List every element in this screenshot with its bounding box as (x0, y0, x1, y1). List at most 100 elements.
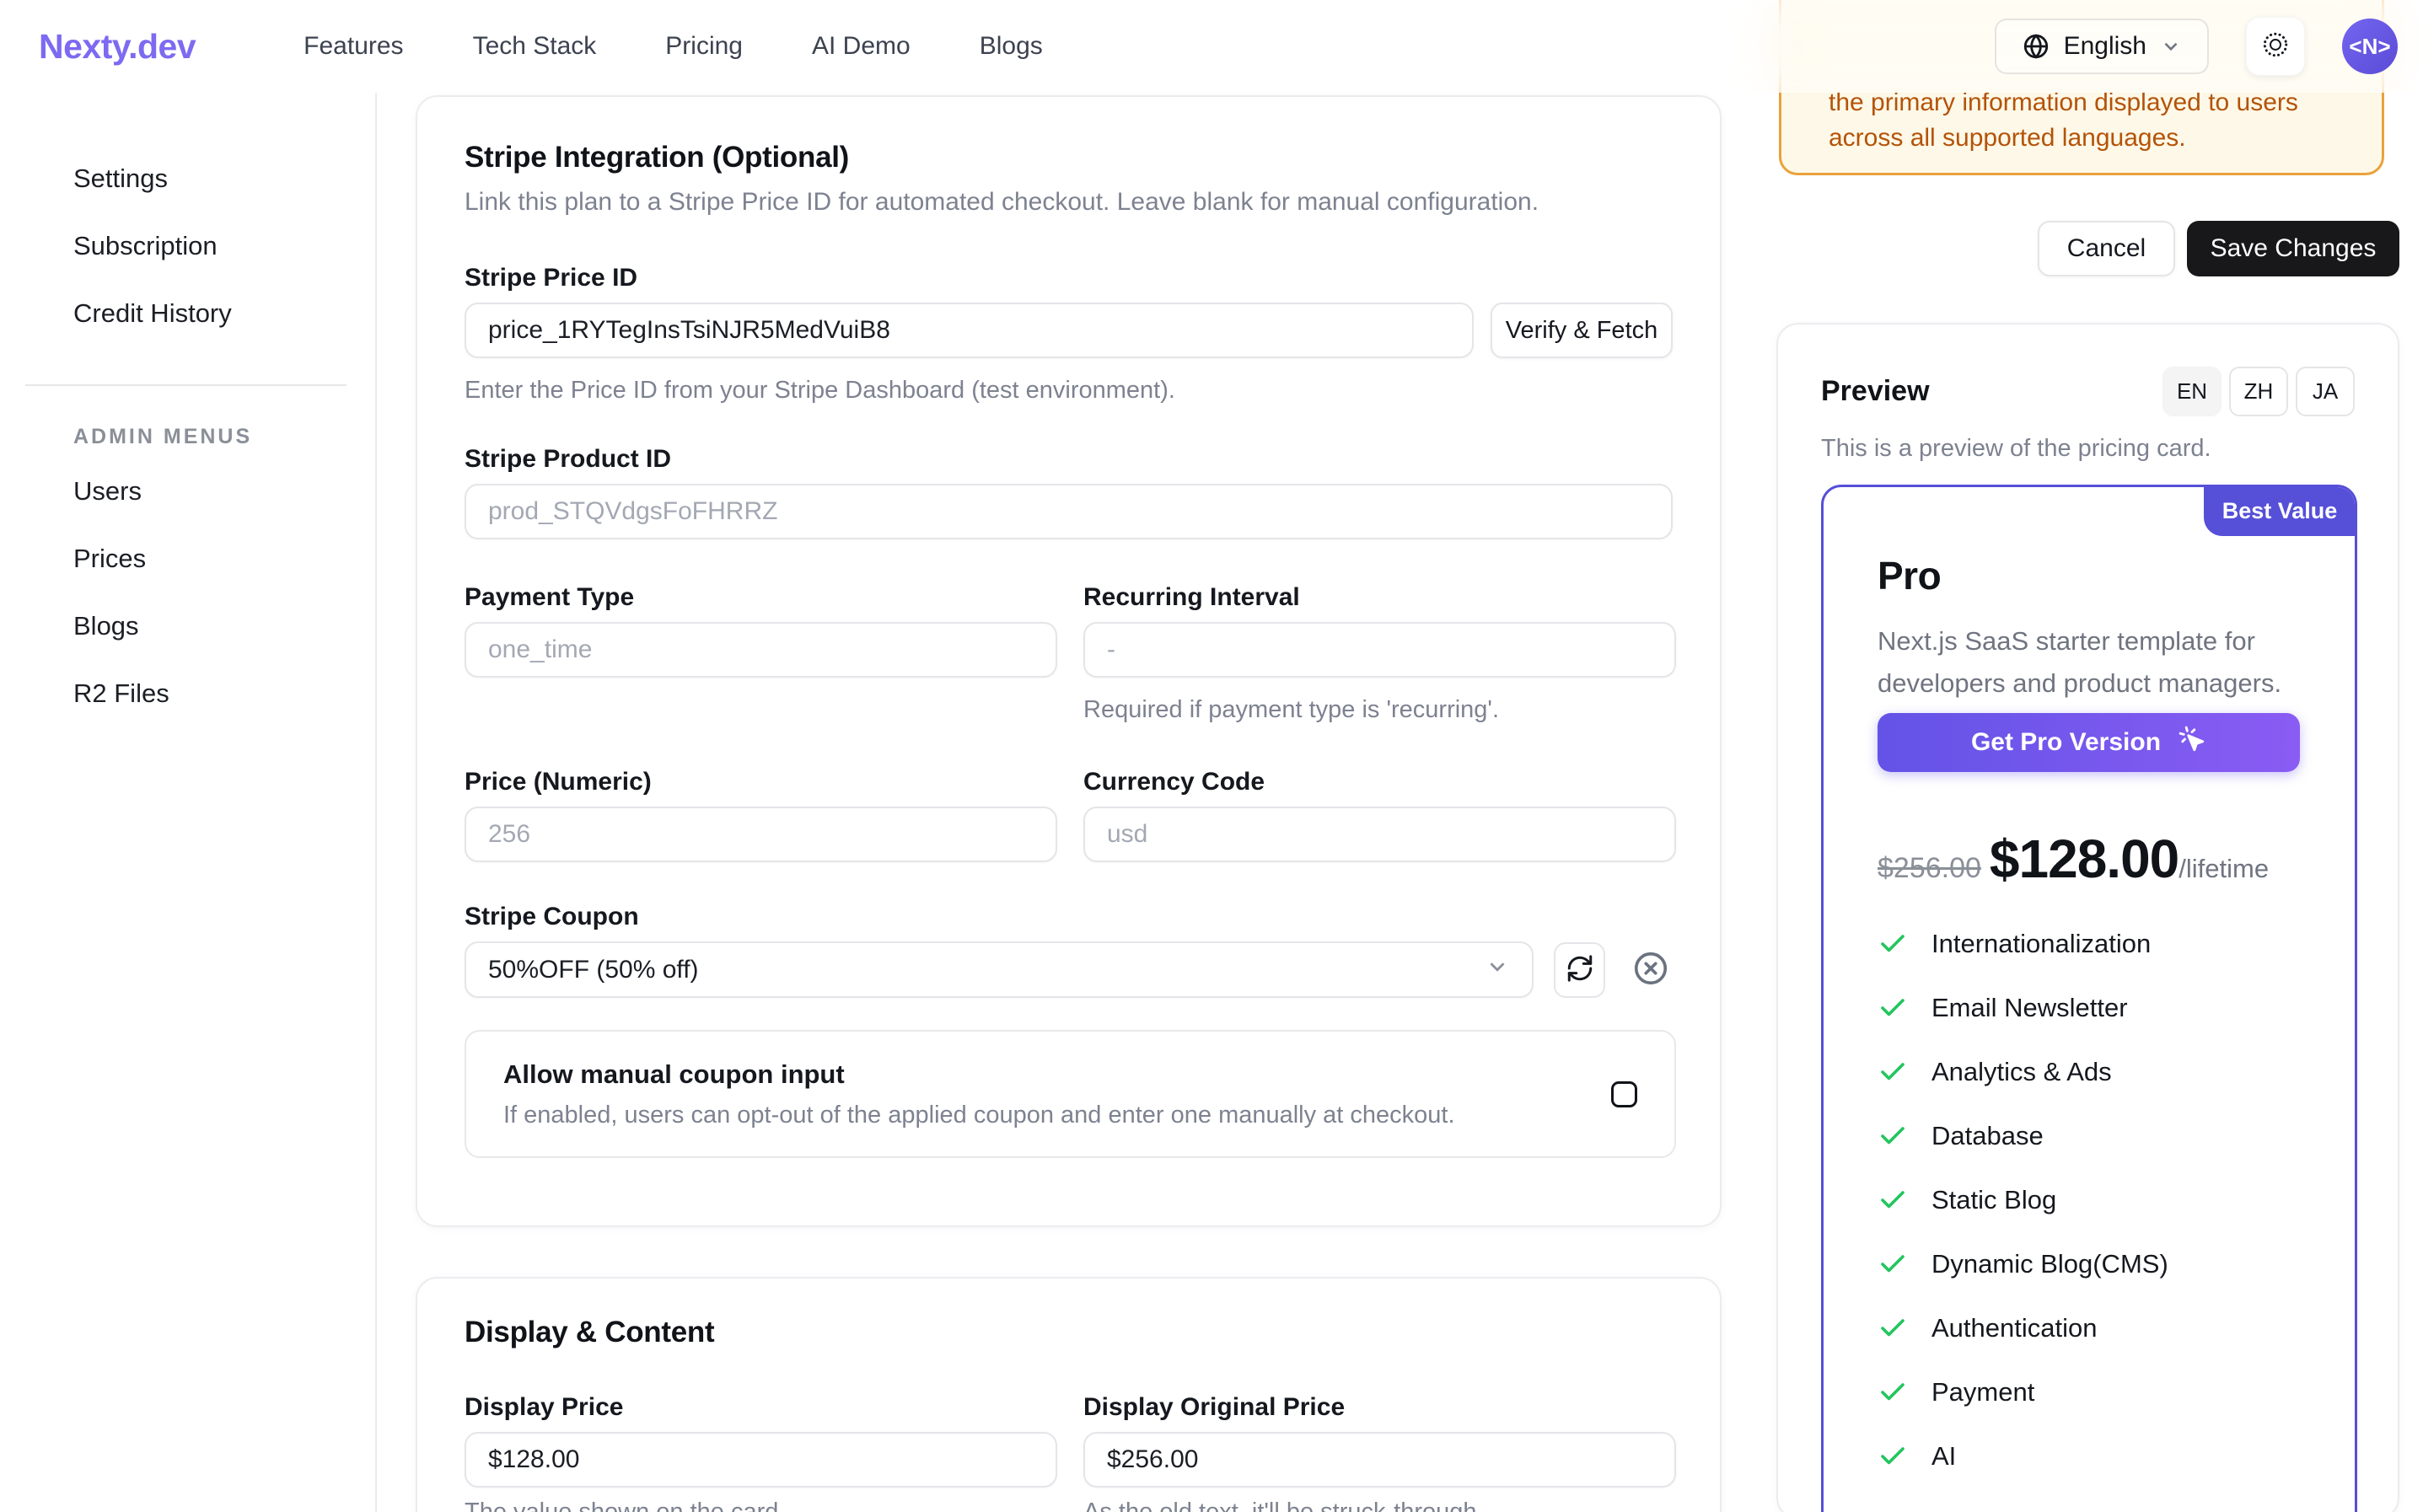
current-price: $128.00 (1990, 828, 2179, 890)
check-icon (1878, 1057, 1908, 1087)
stripe-coupon-select[interactable]: 50%OFF (50% off) (465, 941, 1534, 998)
user-avatar[interactable]: <N> (2342, 19, 2398, 74)
language-label: English (2064, 32, 2146, 61)
check-icon (1878, 929, 1908, 959)
display-content-card: Display & Content Display Price The valu… (416, 1277, 1722, 1512)
display-original-price-helper: As the old text, it'll be struck-through… (1083, 1499, 1676, 1512)
feature-item: Dynamic Blog(CMS) (1878, 1249, 2301, 1279)
nav-features[interactable]: Features (304, 32, 403, 61)
check-icon (1878, 993, 1908, 1023)
payment-type-label: Payment Type (465, 583, 1057, 612)
stripe-card-title: Stripe Integration (Optional) (465, 141, 1673, 174)
price-numeric-field: Price (Numeric) (465, 768, 1057, 862)
plan-description: Next.js SaaS starter template for develo… (1878, 620, 2301, 705)
price-numeric-input[interactable] (465, 807, 1057, 862)
feature-item: AI (1878, 1441, 2301, 1472)
sidebar-item-subscription[interactable]: Subscription (0, 212, 375, 280)
manual-coupon-title: Allow manual coupon input (503, 1059, 1455, 1090)
language-selector[interactable]: English (1995, 19, 2209, 74)
nav-ai-demo[interactable]: AI Demo (812, 32, 911, 61)
pricing-card-preview: Best Value Pro Next.js SaaS starter temp… (1821, 485, 2357, 1512)
cta-label: Get Pro Version (1971, 728, 2161, 757)
logo[interactable]: Nexty.dev (39, 27, 196, 67)
sun-icon (2260, 29, 2291, 64)
sidebar-divider (25, 384, 347, 386)
nav-pricing[interactable]: Pricing (665, 32, 743, 61)
avatar-initials: <N> (2349, 34, 2390, 60)
sidebar-item-users[interactable]: Users (0, 458, 375, 525)
stripe-price-id-input[interactable] (465, 303, 1474, 358)
payment-type-input[interactable] (465, 622, 1057, 678)
globe-icon (2022, 32, 2050, 61)
sidebar-section-label: ADMIN MENUS (73, 425, 375, 449)
manual-coupon-description: If enabled, users can opt-out of the app… (503, 1102, 1455, 1129)
check-icon (1878, 1441, 1908, 1472)
save-changes-button[interactable]: Save Changes (2187, 221, 2399, 276)
get-pro-version-button[interactable]: Get Pro Version (1878, 713, 2300, 772)
verify-fetch-button[interactable]: Verify & Fetch (1491, 303, 1673, 358)
stripe-coupon-label: Stripe Coupon (465, 903, 1673, 931)
manual-coupon-checkbox[interactable] (1611, 1081, 1637, 1107)
main-nav: Features Tech Stack Pricing AI Demo Blog… (304, 32, 1043, 61)
display-card-title: Display & Content (465, 1316, 1673, 1349)
feature-item: Analytics & Ads (1878, 1057, 2301, 1087)
select-chevron-icon (1485, 954, 1510, 986)
circle-x-icon (1631, 949, 1670, 990)
display-price-helper: The value shown on the card. (465, 1499, 1057, 1512)
sidebar: Settings Subscription Credit History ADM… (0, 93, 377, 1512)
stripe-integration-card: Stripe Integration (Optional) Link this … (416, 95, 1722, 1227)
feature-item: Authentication (1878, 1313, 2301, 1343)
chevron-down-icon (2160, 35, 2182, 57)
currency-code-input[interactable] (1083, 807, 1676, 862)
recurring-interval-input[interactable] (1083, 622, 1676, 678)
currency-code-field: Currency Code (1083, 768, 1676, 862)
header-controls: English <N> (1995, 17, 2398, 76)
display-price-field: Display Price The value shown on the car… (465, 1393, 1057, 1512)
feature-item: Static Blog (1878, 1185, 2301, 1215)
pointer-click-icon (2178, 725, 2206, 760)
display-original-price-field: Display Original Price As the old text, … (1083, 1393, 1676, 1512)
feature-list: Internationalization Email Newsletter An… (1878, 929, 2301, 1472)
recurring-interval-field: Recurring Interval Required if payment t… (1083, 583, 1676, 724)
payment-type-field: Payment Type (465, 583, 1057, 724)
check-icon (1878, 1185, 1908, 1215)
display-price-label: Display Price (465, 1393, 1057, 1422)
sidebar-item-blogs[interactable]: Blogs (0, 592, 375, 660)
display-price-input[interactable] (465, 1432, 1057, 1488)
currency-code-label: Currency Code (1083, 768, 1676, 796)
check-icon (1878, 1249, 1908, 1279)
feature-item: Internationalization (1878, 929, 2301, 959)
sidebar-item-prices[interactable]: Prices (0, 525, 375, 592)
stripe-card-subtitle: Link this plan to a Stripe Price ID for … (465, 188, 1673, 217)
nav-tech-stack[interactable]: Tech Stack (473, 32, 597, 61)
stripe-coupon-value: 50%OFF (50% off) (488, 956, 699, 984)
feature-item: Payment (1878, 1377, 2301, 1407)
preview-lang-tab-en[interactable]: EN (2162, 367, 2222, 416)
warning-text-line2: across all supported languages. (1829, 121, 2334, 156)
price-period: /lifetime (2179, 854, 2269, 884)
preview-lang-tab-ja[interactable]: JA (2296, 367, 2355, 416)
check-icon (1878, 1377, 1908, 1407)
preview-caption: This is a preview of the pricing card. (1821, 435, 2355, 463)
stripe-price-id-helper: Enter the Price ID from your Stripe Dash… (465, 377, 1673, 405)
best-value-badge: Best Value (2204, 486, 2356, 536)
display-original-price-label: Display Original Price (1083, 1393, 1676, 1422)
refresh-coupons-button[interactable] (1554, 942, 1606, 998)
preview-title: Preview (1821, 375, 1930, 408)
stripe-product-id-input[interactable] (465, 484, 1673, 539)
plan-name: Pro (1878, 553, 2301, 598)
cancel-button[interactable]: Cancel (2038, 221, 2175, 276)
nav-blogs[interactable]: Blogs (980, 32, 1043, 61)
sidebar-item-settings[interactable]: Settings (0, 145, 375, 212)
clear-coupon-button[interactable] (1629, 948, 1673, 992)
sidebar-item-r2-files[interactable]: R2 Files (0, 660, 375, 727)
manual-coupon-option-box: Allow manual coupon input If enabled, us… (465, 1030, 1676, 1158)
theme-toggle-button[interactable] (2246, 17, 2305, 76)
top-navbar: Nexty.dev Features Tech Stack Pricing AI… (0, 0, 2423, 93)
recurring-interval-label: Recurring Interval (1083, 583, 1676, 612)
display-original-price-input[interactable] (1083, 1432, 1676, 1488)
preview-language-tabs: EN ZH JA (2162, 367, 2355, 416)
sidebar-item-credit-history[interactable]: Credit History (0, 280, 375, 347)
preview-lang-tab-zh[interactable]: ZH (2229, 367, 2288, 416)
price-row: $256.00 $128.00 /lifetime (1878, 828, 2301, 890)
